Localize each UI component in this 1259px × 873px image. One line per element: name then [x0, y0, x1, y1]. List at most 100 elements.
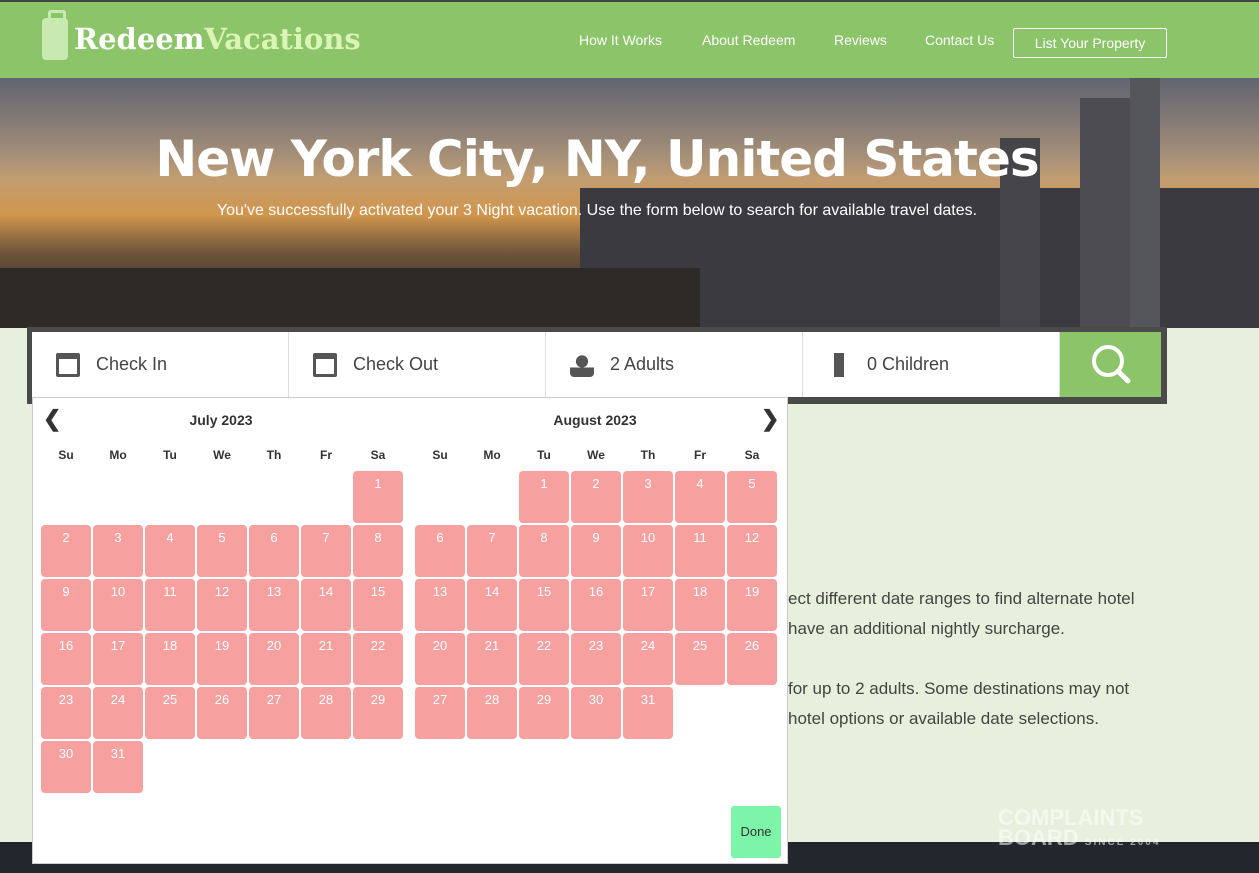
- calendar-day[interactable]: 29: [353, 687, 403, 739]
- calendar-day[interactable]: 8: [353, 525, 403, 577]
- weekday-header: Mo: [109, 448, 127, 462]
- calendar-day[interactable]: 18: [145, 633, 195, 685]
- calendar-day[interactable]: 3: [623, 471, 673, 523]
- weekday-header: Su: [432, 448, 448, 462]
- calendar-day[interactable]: 24: [623, 633, 673, 685]
- adults-label: 2 Adults: [610, 354, 675, 374]
- calendar-day[interactable]: 26: [197, 687, 247, 739]
- calendar-icon: [313, 352, 337, 377]
- info-text: have an additional nightly surcharge.: [788, 619, 1065, 638]
- search-button[interactable]: [1060, 332, 1161, 397]
- logo-text-accent: Vacations: [204, 22, 361, 56]
- calendar-day[interactable]: 26: [727, 633, 777, 685]
- calendar-day[interactable]: 19: [197, 633, 247, 685]
- calendar-day[interactable]: 19: [727, 579, 777, 631]
- weekday-header: Sa: [744, 448, 760, 462]
- watermark: COMPLAINTS BOARD SINCE 2004: [998, 805, 1161, 850]
- calendar-day[interactable]: 4: [145, 525, 195, 577]
- header: Redeem Vacations How It Works About Redee…: [0, 0, 1259, 78]
- weekday-header: Fr: [694, 448, 706, 462]
- calendar-day[interactable]: 13: [415, 579, 465, 631]
- calendar-day[interactable]: 30: [571, 687, 621, 739]
- hero-subtitle: You've successfully activated your 3 Nig…: [216, 202, 978, 219]
- calendar-day[interactable]: 1: [353, 471, 403, 523]
- nav-reviews[interactable]: Reviews: [834, 32, 887, 48]
- calendar-day[interactable]: 22: [353, 633, 403, 685]
- nav-about[interactable]: About Redeem: [702, 32, 795, 48]
- children-field[interactable]: 0 Children: [803, 332, 1060, 397]
- calendar-day[interactable]: 1: [519, 471, 569, 523]
- calendar-day[interactable]: 17: [93, 633, 143, 685]
- info-text: for up to 2 adults. Some destinations ma…: [788, 679, 1130, 698]
- calendar-day[interactable]: 6: [415, 525, 465, 577]
- calendar-day[interactable]: 21: [467, 633, 517, 685]
- calendar-day[interactable]: 9: [571, 525, 621, 577]
- logo-text: Redeem: [74, 22, 205, 56]
- calendar-day[interactable]: 10: [93, 579, 143, 631]
- month-title: July 2023: [189, 412, 253, 428]
- weekday-header: Tu: [537, 448, 551, 462]
- calendar-day[interactable]: 4: [675, 471, 725, 523]
- calendar-day[interactable]: 25: [145, 687, 195, 739]
- calendar-day[interactable]: 7: [301, 525, 351, 577]
- calendar-day[interactable]: 21: [301, 633, 351, 685]
- calendar-day[interactable]: 20: [415, 633, 465, 685]
- list-property-button[interactable]: List Your Property: [1013, 28, 1167, 58]
- calendar-day[interactable]: 7: [467, 525, 517, 577]
- calendar-day[interactable]: 14: [301, 579, 351, 631]
- weekday-header: Mo: [483, 448, 501, 462]
- adults-field[interactable]: 2 Adults: [546, 332, 803, 397]
- check-in-field[interactable]: Check In: [32, 332, 289, 397]
- hero-banner: New York City, NY, United States You've …: [0, 78, 1259, 328]
- calendar-day[interactable]: 8: [519, 525, 569, 577]
- calendar-day[interactable]: 20: [249, 633, 299, 685]
- calendar-day[interactable]: 2: [571, 471, 621, 523]
- weekday-header: Fr: [320, 448, 332, 462]
- calendar-day[interactable]: 14: [467, 579, 517, 631]
- calendar-day[interactable]: 3: [93, 525, 143, 577]
- calendar-day[interactable]: 13: [249, 579, 299, 631]
- calendar-day[interactable]: 15: [353, 579, 403, 631]
- calendar-day[interactable]: 23: [41, 687, 91, 739]
- weekday-header: Th: [266, 448, 282, 462]
- calendar-day[interactable]: 16: [571, 579, 621, 631]
- check-out-field[interactable]: Check Out: [289, 332, 546, 397]
- check-out-label: Check Out: [353, 354, 439, 374]
- calendar-day[interactable]: 28: [467, 687, 517, 739]
- calendar-day[interactable]: 23: [571, 633, 621, 685]
- calendar-day[interactable]: 16: [41, 633, 91, 685]
- logo[interactable]: Redeem Vacations: [42, 10, 361, 60]
- child-icon: [827, 352, 851, 377]
- calendar-day[interactable]: 28: [301, 687, 351, 739]
- calendar-day[interactable]: 11: [145, 579, 195, 631]
- calendar-day[interactable]: 27: [249, 687, 299, 739]
- calendar-day[interactable]: 22: [519, 633, 569, 685]
- calendar-day[interactable]: 11: [675, 525, 725, 577]
- calendar-day[interactable]: 2: [41, 525, 91, 577]
- done-button[interactable]: Done: [731, 806, 781, 858]
- calendar-day[interactable]: 31: [623, 687, 673, 739]
- calendar-day[interactable]: 9: [41, 579, 91, 631]
- calendar-day[interactable]: 12: [197, 579, 247, 631]
- calendar-day[interactable]: 17: [623, 579, 673, 631]
- adult-icon: [570, 352, 594, 377]
- calendar-day[interactable]: 10: [623, 525, 673, 577]
- calendar-day[interactable]: 24: [93, 687, 143, 739]
- calendar-day[interactable]: 30: [41, 741, 91, 793]
- info-text: hotel options or available date selectio…: [788, 709, 1099, 728]
- calendar-day[interactable]: 27: [415, 687, 465, 739]
- calendar-day[interactable]: 6: [249, 525, 299, 577]
- calendar-day[interactable]: 25: [675, 633, 725, 685]
- month-title: August 2023: [553, 412, 637, 428]
- nav-contact[interactable]: Contact Us: [925, 32, 994, 48]
- nav-how-it-works[interactable]: How It Works: [579, 32, 662, 48]
- calendar-day[interactable]: 12: [727, 525, 777, 577]
- calendar-day[interactable]: 29: [519, 687, 569, 739]
- suitcase-icon: [42, 10, 68, 60]
- calendar-day[interactable]: 18: [675, 579, 725, 631]
- calendar-day[interactable]: 5: [727, 471, 777, 523]
- calendar-day[interactable]: 5: [197, 525, 247, 577]
- weekday-header: Tu: [163, 448, 177, 462]
- calendar-day[interactable]: 15: [519, 579, 569, 631]
- calendar-day[interactable]: 31: [93, 741, 143, 793]
